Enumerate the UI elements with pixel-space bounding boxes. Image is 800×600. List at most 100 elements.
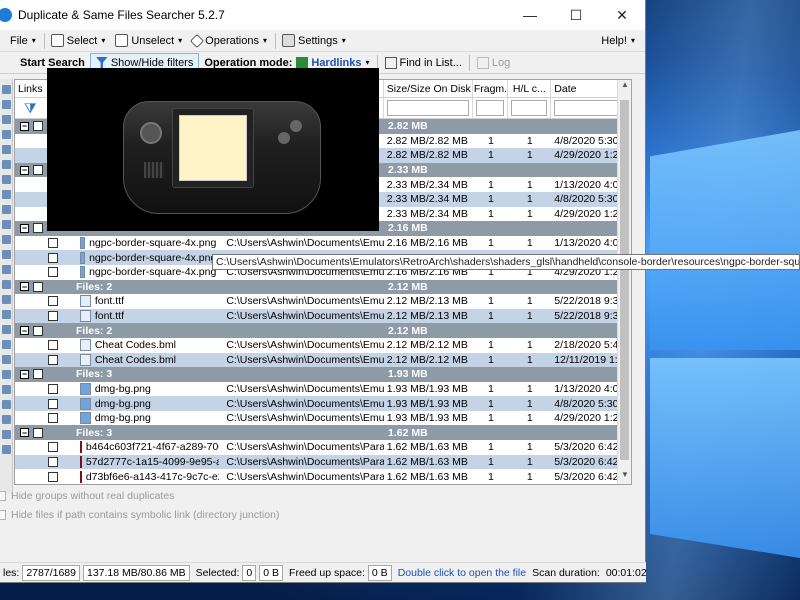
- row-checkbox[interactable]: [48, 296, 58, 307]
- table-row[interactable]: 57d2777c-1a15-4099-9e95-aba86... C:\Users…: [15, 454, 631, 470]
- row-checkbox[interactable]: [48, 252, 58, 263]
- side-tool-icon[interactable]: [2, 295, 11, 304]
- hl-filter-input[interactable]: [511, 100, 548, 116]
- file-path: C:\Users\Ashwin\Documents\Emul...: [226, 397, 384, 410]
- side-tool-icon[interactable]: [2, 445, 11, 454]
- maximize-button[interactable]: ☐: [553, 0, 599, 30]
- column-hl[interactable]: H/L c...: [508, 80, 552, 97]
- collapse-icon[interactable]: −: [20, 282, 29, 292]
- log-button[interactable]: Log: [472, 53, 515, 73]
- menu-select[interactable]: Select ▾: [47, 30, 112, 52]
- hide-symlinks-checkbox[interactable]: [0, 510, 6, 520]
- table-row[interactable]: Cheat Codes.bml C:\Users\Ashwin\Documents…: [15, 338, 631, 353]
- side-tool-icon[interactable]: [2, 355, 11, 364]
- row-checkbox[interactable]: [48, 442, 58, 453]
- side-tool-icon[interactable]: [2, 385, 11, 394]
- table-row[interactable]: font.ttf C:\Users\Ashwin\Documents\Emul..…: [15, 294, 631, 309]
- scroll-up-icon[interactable]: ▲: [618, 80, 631, 94]
- side-tool-icon[interactable]: [2, 235, 11, 244]
- collapse-icon[interactable]: −: [20, 369, 29, 379]
- group-row[interactable]: − Files: 2 2.12 MB: [15, 323, 631, 338]
- vertical-scrollbar[interactable]: ▲ ▼: [617, 80, 631, 484]
- find-in-list-button[interactable]: Find in List...: [380, 53, 467, 73]
- file-hl-count: 1: [526, 149, 533, 162]
- side-tool-icon[interactable]: [2, 325, 11, 334]
- file-fragm: 1: [488, 339, 494, 352]
- side-tool-icon[interactable]: [2, 100, 11, 109]
- side-tool-icon[interactable]: [2, 175, 11, 184]
- collapse-icon[interactable]: −: [20, 121, 29, 131]
- side-tool-icon[interactable]: [2, 415, 11, 424]
- size-filter-input[interactable]: [386, 100, 470, 116]
- row-checkbox[interactable]: [48, 267, 58, 278]
- hide-symlinks-option[interactable]: Hide files if path contains symbolic lin…: [0, 507, 640, 523]
- group-checkbox[interactable]: [33, 165, 43, 176]
- side-tool-icon[interactable]: [2, 85, 11, 94]
- table-row[interactable]: font.ttf C:\Users\Ashwin\Documents\Emul..…: [15, 308, 631, 324]
- side-tool-icon[interactable]: [2, 205, 11, 214]
- table-row[interactable]: d73bf6e6-a143-417c-9c7c-e2f0ab... C:\User…: [15, 469, 631, 484]
- row-checkbox[interactable]: [48, 413, 58, 424]
- side-tool-icon[interactable]: [2, 280, 11, 289]
- side-tool-icon[interactable]: [2, 220, 11, 229]
- row-checkbox[interactable]: [48, 398, 58, 409]
- collapse-icon[interactable]: −: [20, 428, 29, 438]
- row-checkbox[interactable]: [48, 354, 58, 365]
- menu-operations[interactable]: Operations ▾: [188, 30, 273, 52]
- group-checkbox[interactable]: [33, 427, 43, 438]
- side-tool-icon[interactable]: [2, 130, 11, 139]
- filter-icon[interactable]: ⧩: [24, 100, 37, 117]
- group-row[interactable]: − Files: 2 2.12 MB: [15, 279, 631, 295]
- side-tool-icon[interactable]: [2, 115, 11, 124]
- group-row[interactable]: − Files: 3 1.62 MB: [15, 425, 631, 441]
- side-tool-icon[interactable]: [2, 430, 11, 439]
- side-tool-icon[interactable]: [2, 370, 11, 379]
- group-checkbox[interactable]: [33, 121, 43, 132]
- menu-unselect[interactable]: Unselect ▾: [111, 30, 188, 52]
- group-checkbox[interactable]: [33, 369, 43, 380]
- group-checkbox[interactable]: [33, 325, 43, 336]
- collapse-icon[interactable]: −: [20, 223, 29, 233]
- column-size[interactable]: Size/Size On Disk: [384, 80, 474, 97]
- group-checkbox[interactable]: [33, 281, 43, 292]
- hide-groups-option[interactable]: Hide groups without real duplicates: [0, 488, 640, 504]
- column-fragm[interactable]: Fragm.: [473, 80, 509, 97]
- menu-file[interactable]: File ▾: [0, 30, 42, 52]
- side-tool-icon[interactable]: [2, 340, 11, 349]
- table-row[interactable]: b464c603f721-4f67-a289-700e88... C:\Users…: [15, 440, 631, 455]
- scroll-thumb[interactable]: [620, 100, 629, 460]
- table-row[interactable]: dmg-bg.png C:\Users\Ashwin\Documents\Emul…: [15, 396, 631, 411]
- minimize-button[interactable]: —: [507, 0, 553, 30]
- side-tool-icon[interactable]: [2, 265, 11, 274]
- side-tool-icon[interactable]: [2, 400, 11, 409]
- fragm-filter-input[interactable]: [476, 100, 505, 116]
- table-row[interactable]: dmg-bg.png C:\Users\Ashwin\Documents\Emul…: [15, 411, 631, 426]
- row-checkbox[interactable]: [48, 471, 58, 482]
- menu-settings[interactable]: Settings ▾: [278, 30, 352, 52]
- side-tool-icon[interactable]: [2, 190, 11, 199]
- group-row[interactable]: − Files: 3 1.93 MB: [15, 367, 631, 382]
- side-tool-icon[interactable]: [2, 160, 11, 169]
- title-bar[interactable]: Duplicate & Same Files Searcher 5.2.7 — …: [0, 0, 645, 30]
- row-checkbox[interactable]: [48, 456, 58, 467]
- file-name: ngpc-border-square-4x.png: [89, 266, 217, 279]
- side-tool-icon[interactable]: [2, 250, 11, 259]
- scroll-down-icon[interactable]: ▼: [618, 470, 631, 484]
- file-fragm: 1: [488, 470, 494, 483]
- side-tool-icon[interactable]: [2, 145, 11, 154]
- row-checkbox[interactable]: [48, 311, 58, 322]
- collapse-icon[interactable]: −: [20, 326, 29, 336]
- menu-help[interactable]: Help! ▾: [597, 30, 641, 52]
- side-tool-icon[interactable]: [2, 310, 11, 319]
- file-size: 2.33 MB/2.34 MB: [386, 207, 468, 220]
- group-checkbox[interactable]: [33, 223, 43, 234]
- table-row[interactable]: Cheat Codes.bml C:\Users\Ashwin\Documents…: [15, 352, 631, 368]
- hide-groups-checkbox[interactable]: [0, 491, 6, 501]
- table-row[interactable]: dmg-bg.png C:\Users\Ashwin\Documents\Emul…: [15, 382, 631, 397]
- table-row[interactable]: ngpc-border-square-4x.png C:\Users\Ashwin…: [15, 236, 631, 251]
- row-checkbox[interactable]: [48, 383, 58, 394]
- row-checkbox[interactable]: [48, 238, 58, 249]
- row-checkbox[interactable]: [48, 340, 58, 351]
- close-button[interactable]: ✕: [599, 0, 645, 30]
- collapse-icon[interactable]: −: [20, 165, 29, 175]
